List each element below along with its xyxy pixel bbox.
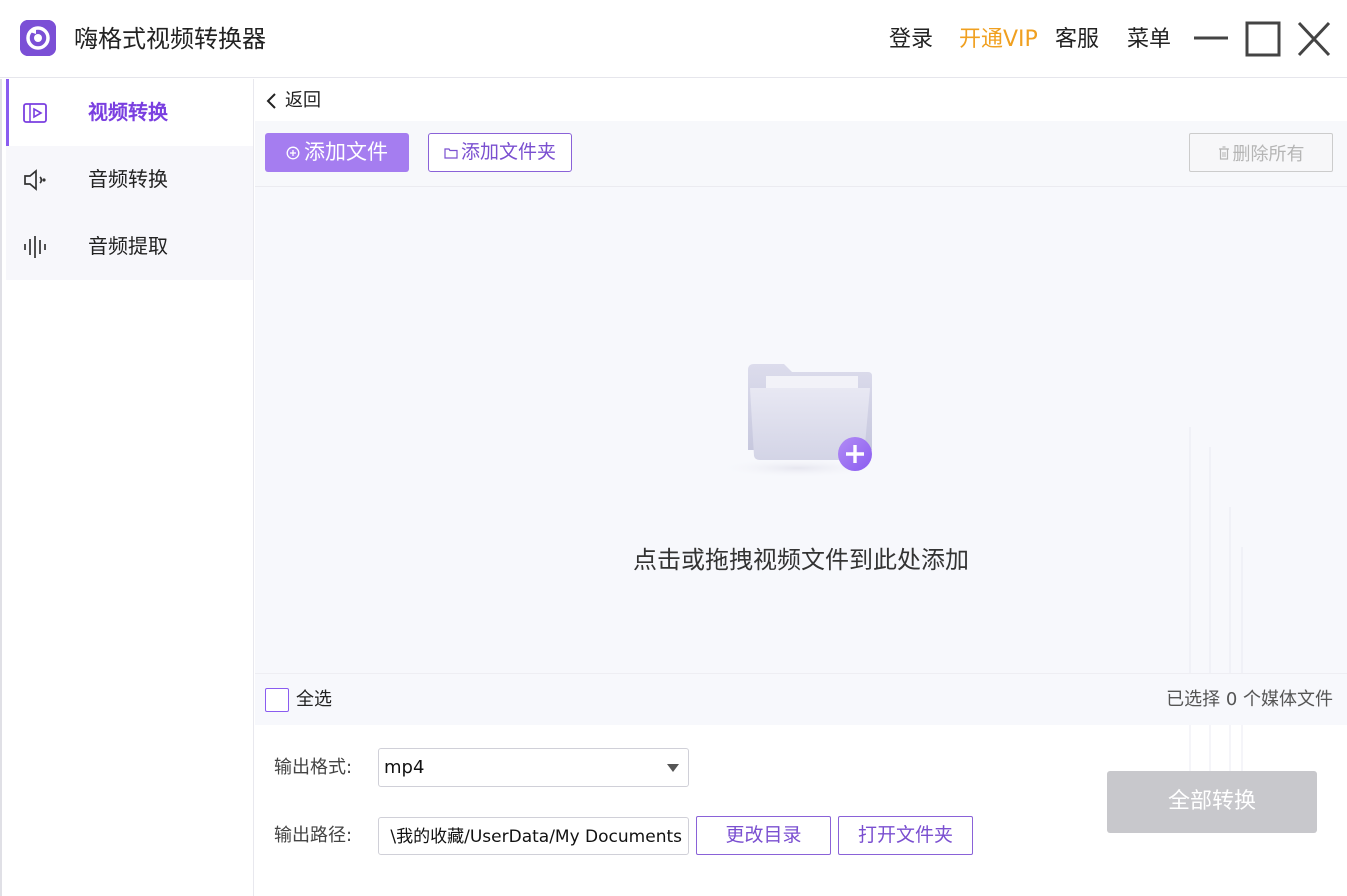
selection-bar: 全选 已选择 0 个媒体文件 xyxy=(255,673,1347,725)
chevron-left-icon xyxy=(266,93,276,109)
folder-icon xyxy=(444,147,458,159)
dropdown-arrow-icon xyxy=(667,764,679,772)
delete-all-label: 删除所有 xyxy=(1232,143,1305,165)
add-folder-label: 添加文件夹 xyxy=(460,141,556,163)
app-title: 嗨格式视频转换器 xyxy=(74,25,266,53)
waveform-icon xyxy=(22,234,48,260)
add-file-button[interactable]: 添加文件 xyxy=(265,133,409,172)
sidebar-item-label: 音频转换 xyxy=(88,167,168,191)
add-folder-button[interactable]: 添加文件夹 xyxy=(428,133,572,172)
main-panel: 返回 添加文件 添加文件夹 删除所有 点击或拖拽视频文件到此处添加 全选 已选择… xyxy=(255,79,1347,896)
trash-icon xyxy=(1218,145,1229,160)
output-path-value: \我的收藏/UserData/My Documents xyxy=(390,827,682,847)
convert-all-button[interactable]: 全部转换 xyxy=(1107,771,1317,833)
output-format-select[interactable]: mp4 xyxy=(378,748,689,787)
add-file-label: 添加文件 xyxy=(304,140,388,164)
back-button[interactable]: 返回 xyxy=(265,87,321,115)
file-drop-zone[interactable]: 点击或拖拽视频文件到此处添加 xyxy=(255,187,1347,777)
change-directory-button[interactable]: 更改目录 xyxy=(696,816,831,855)
plus-circle-icon xyxy=(286,146,300,159)
file-toolbar: 添加文件 添加文件夹 删除所有 xyxy=(255,121,1347,187)
sidebar-item-video-convert[interactable]: 视频转换 xyxy=(6,79,253,146)
selected-count-text: 已选择 0 个媒体文件 xyxy=(1166,689,1333,710)
delete-all-button[interactable]: 删除所有 xyxy=(1189,133,1333,172)
menu-link[interactable]: 菜单 xyxy=(1127,24,1171,56)
sidebar-item-audio-extract[interactable]: 音频提取 xyxy=(6,213,253,280)
app-logo-icon xyxy=(20,20,56,56)
format-value: mp4 xyxy=(384,757,425,778)
add-folder-illustration-icon xyxy=(716,364,880,478)
support-link[interactable]: 客服 xyxy=(1055,24,1099,56)
sidebar-edge xyxy=(0,79,2,896)
video-convert-icon xyxy=(22,100,48,126)
maximize-icon[interactable] xyxy=(1244,18,1282,60)
open-folder-button[interactable]: 打开文件夹 xyxy=(838,816,973,855)
output-path-field[interactable]: \我的收藏/UserData/My Documents xyxy=(378,817,689,855)
vip-link[interactable]: 开通VIP xyxy=(959,24,1038,56)
drop-hint-text: 点击或拖拽视频文件到此处添加 xyxy=(633,546,969,574)
back-label: 返回 xyxy=(285,90,321,111)
sidebar-item-label: 音频提取 xyxy=(88,234,168,258)
select-all-label[interactable]: 全选 xyxy=(296,686,332,714)
select-all-checkbox[interactable] xyxy=(265,688,289,712)
title-bar: 嗨格式视频转换器 登录 开通VIP 客服 菜单 xyxy=(0,0,1347,78)
output-format-label: 输出格式: xyxy=(274,757,353,778)
output-path-label: 输出路径: xyxy=(274,825,353,846)
sidebar: 视频转换 音频转换 音频提取 xyxy=(0,79,254,896)
speaker-icon xyxy=(22,167,48,193)
minimize-icon[interactable] xyxy=(1192,18,1230,60)
close-icon[interactable] xyxy=(1295,18,1333,60)
login-link[interactable]: 登录 xyxy=(889,24,933,56)
sidebar-item-audio-convert[interactable]: 音频转换 xyxy=(6,146,253,213)
sidebar-item-label: 视频转换 xyxy=(88,100,168,124)
